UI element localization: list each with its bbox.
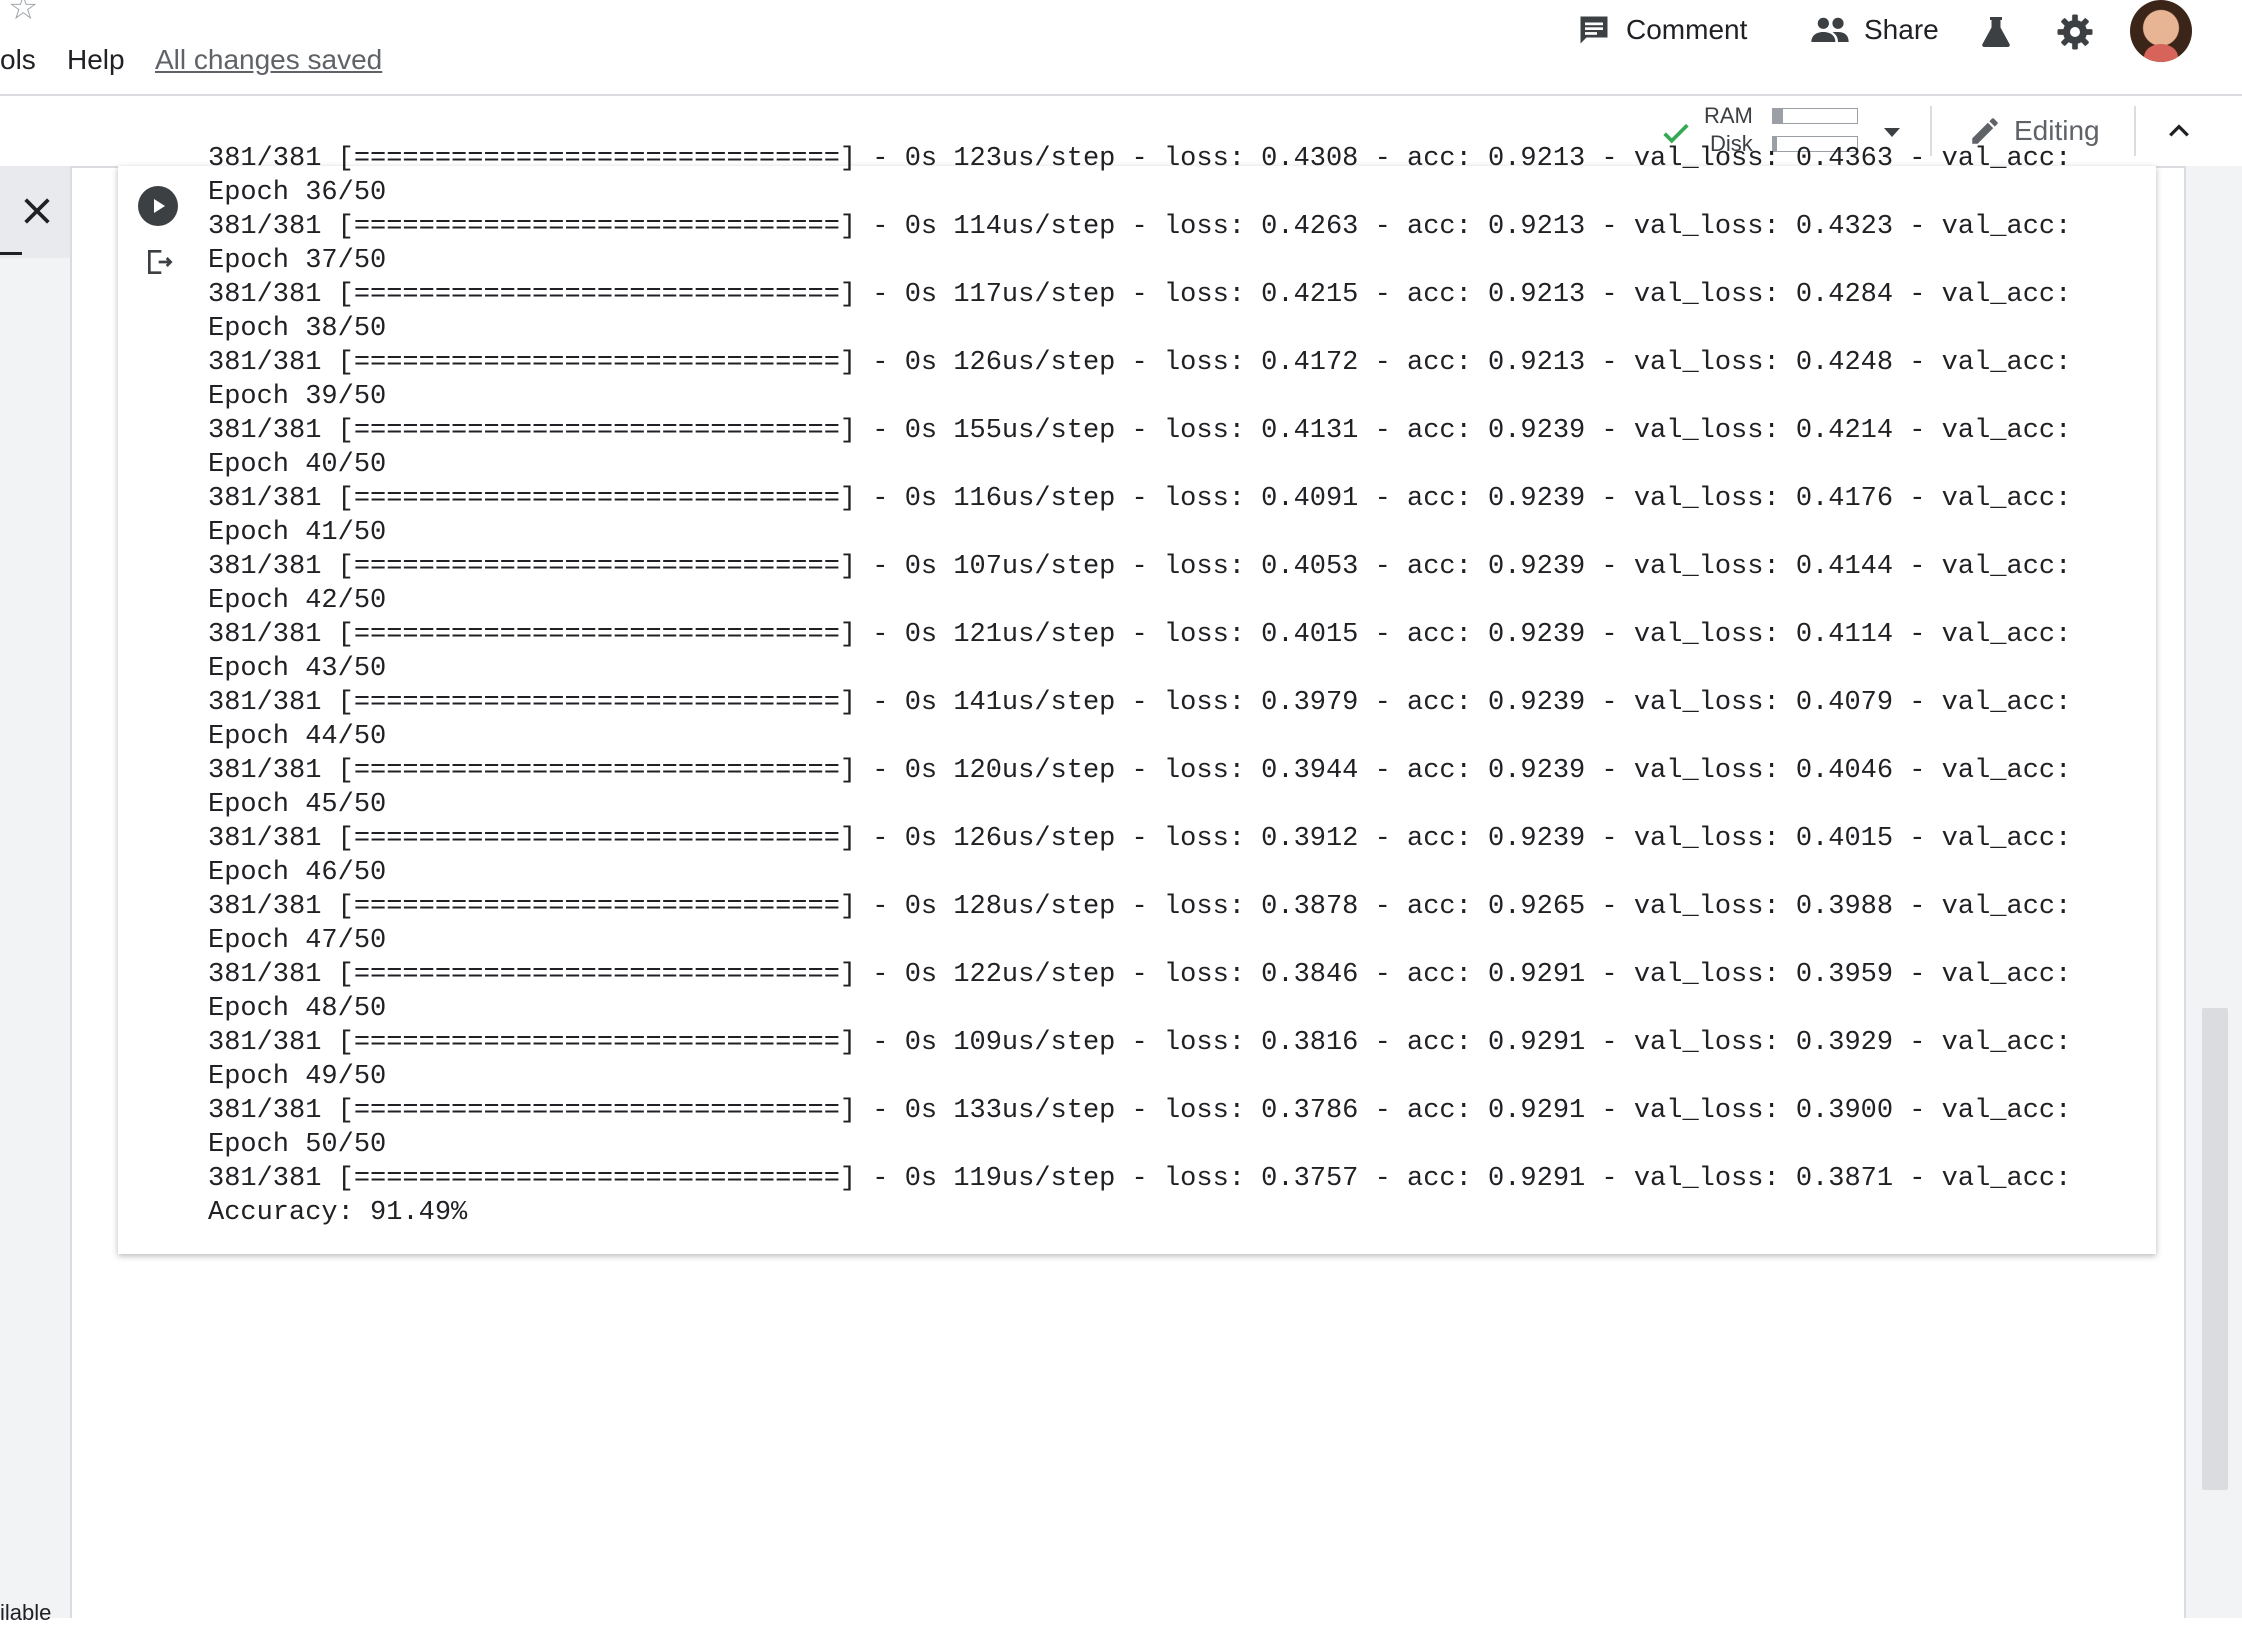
people-icon [1811, 17, 1849, 42]
output-line: Epoch 43/50 [208, 654, 387, 684]
output-line: 381/381 [==============================]… [208, 1096, 2072, 1126]
output-line: 381/381 [==============================]… [208, 416, 2072, 446]
cell-output: 381/381 [==============================]… [208, 142, 2138, 1232]
output-line: Epoch 48/50 [208, 994, 387, 1024]
run-cell-button[interactable] [138, 186, 178, 226]
tab-indicator [0, 252, 22, 255]
output-actions-icon[interactable] [144, 246, 176, 278]
output-text: 381/381 [==============================]… [208, 142, 2071, 1230]
output-line: 381/381 [==============================]… [208, 824, 2072, 854]
output-line: Epoch 45/50 [208, 790, 387, 820]
output-line: 381/381 [==============================]… [208, 1028, 2072, 1058]
output-line: Epoch 46/50 [208, 858, 387, 888]
output-line: Epoch 40/50 [208, 450, 387, 480]
output-line: Epoch 49/50 [208, 1062, 387, 1092]
ram-meter[interactable] [1772, 108, 1858, 124]
output-line: Epoch 39/50 [208, 382, 387, 412]
star-icon[interactable]: ☆ [8, 0, 38, 28]
output-line: 381/381 [==============================]… [208, 144, 2072, 174]
side-panel-text: ilable [0, 1600, 52, 1625]
comment-icon [1580, 16, 1608, 44]
save-status-link[interactable]: All changes saved [155, 44, 382, 76]
output-line: 381/381 [==============================]… [208, 688, 2072, 718]
menu-tools[interactable]: ols [0, 44, 36, 76]
output-line: Accuracy: 91.49% [208, 1198, 468, 1228]
output-line: 381/381 [==============================]… [208, 1164, 2072, 1194]
output-line: 381/381 [==============================]… [208, 212, 2072, 242]
output-line: Epoch 50/50 [208, 1130, 387, 1160]
comment-button[interactable]: Comment [1576, 8, 1747, 52]
close-icon[interactable] [20, 194, 54, 228]
output-line: 381/381 [==============================]… [208, 348, 2072, 378]
output-line: Epoch 47/50 [208, 926, 387, 956]
output-line: 381/381 [==============================]… [208, 280, 2072, 310]
share-button[interactable]: Share [1810, 8, 1939, 52]
output-line: 381/381 [==============================]… [208, 960, 2072, 990]
output-line: 381/381 [==============================]… [208, 892, 2072, 922]
labs-flask-icon[interactable] [1978, 14, 2014, 50]
avatar[interactable] [2130, 0, 2192, 62]
output-line: Epoch 38/50 [208, 314, 387, 344]
play-icon [154, 199, 165, 213]
ram-label: RAM [1704, 103, 1753, 128]
top-bar: ☆ ols Help All changes saved Comment Sha… [0, 0, 2242, 96]
side-panel-tab[interactable] [0, 166, 70, 258]
side-panel [0, 166, 72, 1618]
caret-down-icon[interactable] [1882, 126, 1902, 138]
comment-label: Comment [1626, 14, 1748, 45]
menu-help[interactable]: Help [67, 44, 125, 76]
chevron-up-icon[interactable] [2164, 116, 2194, 146]
output-line: 381/381 [==============================]… [208, 552, 2072, 582]
gear-icon[interactable] [2055, 12, 2095, 52]
output-line: Epoch 37/50 [208, 246, 387, 276]
output-line: Epoch 42/50 [208, 586, 387, 616]
output-line: Epoch 36/50 [208, 178, 387, 208]
output-line: 381/381 [==============================]… [208, 484, 2072, 514]
share-label: Share [1864, 14, 1939, 45]
output-line: Epoch 44/50 [208, 722, 387, 752]
output-line: Epoch 41/50 [208, 518, 387, 548]
output-line: 381/381 [==============================]… [208, 756, 2072, 786]
ram-meter-fill [1773, 109, 1784, 123]
output-line: 381/381 [==============================]… [208, 620, 2072, 650]
scrollbar-thumb[interactable] [2202, 1008, 2228, 1490]
